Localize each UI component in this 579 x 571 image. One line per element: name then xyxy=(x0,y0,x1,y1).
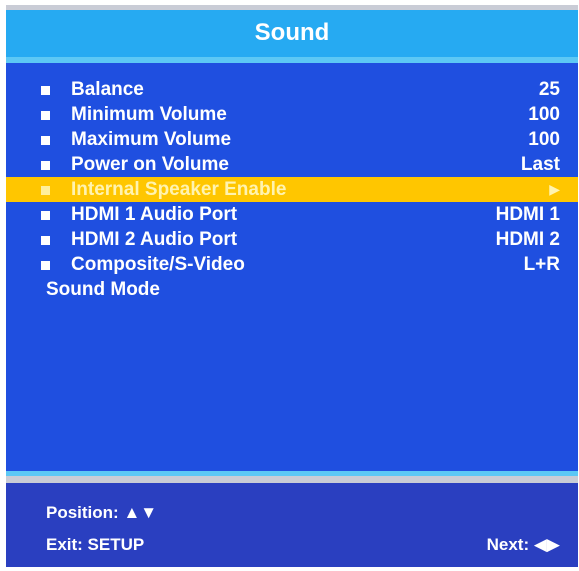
menu-item-value: Last xyxy=(520,154,560,175)
square-bullet-icon xyxy=(41,136,50,145)
sound-menu-osd: Sound Balance 25 Minimum Volume 100 Maxi… xyxy=(6,5,578,567)
menu-item-label: Sound Mode xyxy=(46,279,160,300)
menu-item-label: HDMI 2 Audio Port xyxy=(71,229,238,250)
exit-hint: Exit: SETUP xyxy=(46,535,145,554)
square-bullet-icon xyxy=(41,111,50,120)
menu-item-label: Composite/S-Video xyxy=(71,254,245,275)
menu-item-label: Balance xyxy=(71,79,144,100)
menu-item-label: Internal Speaker Enable xyxy=(71,179,287,200)
menu-item-label: Power on Volume xyxy=(71,154,230,175)
menu-item-minimum-volume[interactable]: Minimum Volume 100 xyxy=(6,102,578,127)
menu-item-label: Maximum Volume xyxy=(71,129,232,150)
menu-item-hdmi-2-audio-port[interactable]: HDMI 2 Audio Port HDMI 2 xyxy=(6,227,578,252)
menu-item-sound-mode[interactable]: Sound Mode xyxy=(6,277,578,302)
sound-settings-list: Balance 25 Minimum Volume 100 Maximum Vo… xyxy=(6,77,578,302)
menu-item-value: 100 xyxy=(528,104,560,125)
title-bar: Sound xyxy=(6,5,578,63)
square-bullet-icon xyxy=(41,261,50,270)
position-hint: Position: ▲▼ xyxy=(46,503,158,522)
menu-item-internal-speaker-enable[interactable]: Internal Speaker Enable ▶ xyxy=(6,177,578,202)
menu-item-value: HDMI 1 xyxy=(495,204,560,225)
title-divider xyxy=(6,57,578,63)
square-bullet-icon xyxy=(41,186,50,195)
menu-item-composite-s-video[interactable]: Composite/S-Video L+R xyxy=(6,252,578,277)
navigation-hints: Position: ▲▼ Exit: SETUP Next: ◀▶ xyxy=(6,483,578,567)
menu-item-value: HDMI 2 xyxy=(495,229,560,250)
menu-item-balance[interactable]: Balance 25 xyxy=(6,77,578,102)
square-bullet-icon xyxy=(41,236,50,245)
next-hint: Next: ◀▶ xyxy=(486,535,560,554)
square-bullet-icon xyxy=(41,86,50,95)
menu-item-label: Minimum Volume xyxy=(71,104,227,125)
menu-item-value: 25 xyxy=(538,79,560,100)
square-bullet-icon xyxy=(41,161,50,170)
menu-item-power-on-volume[interactable]: Power on Volume Last xyxy=(6,152,578,177)
footer-divider xyxy=(6,471,578,483)
menu-item-value: L+R xyxy=(523,254,560,275)
submenu-arrow-icon: ▶ xyxy=(549,181,560,197)
menu-item-hdmi-1-audio-port[interactable]: HDMI 1 Audio Port HDMI 1 xyxy=(6,202,578,227)
menu-item-maximum-volume[interactable]: Maximum Volume 100 xyxy=(6,127,578,152)
menu-title: Sound xyxy=(254,19,330,46)
menu-item-label: HDMI 1 Audio Port xyxy=(71,204,238,225)
square-bullet-icon xyxy=(41,211,50,220)
menu-item-value: 100 xyxy=(528,129,560,150)
